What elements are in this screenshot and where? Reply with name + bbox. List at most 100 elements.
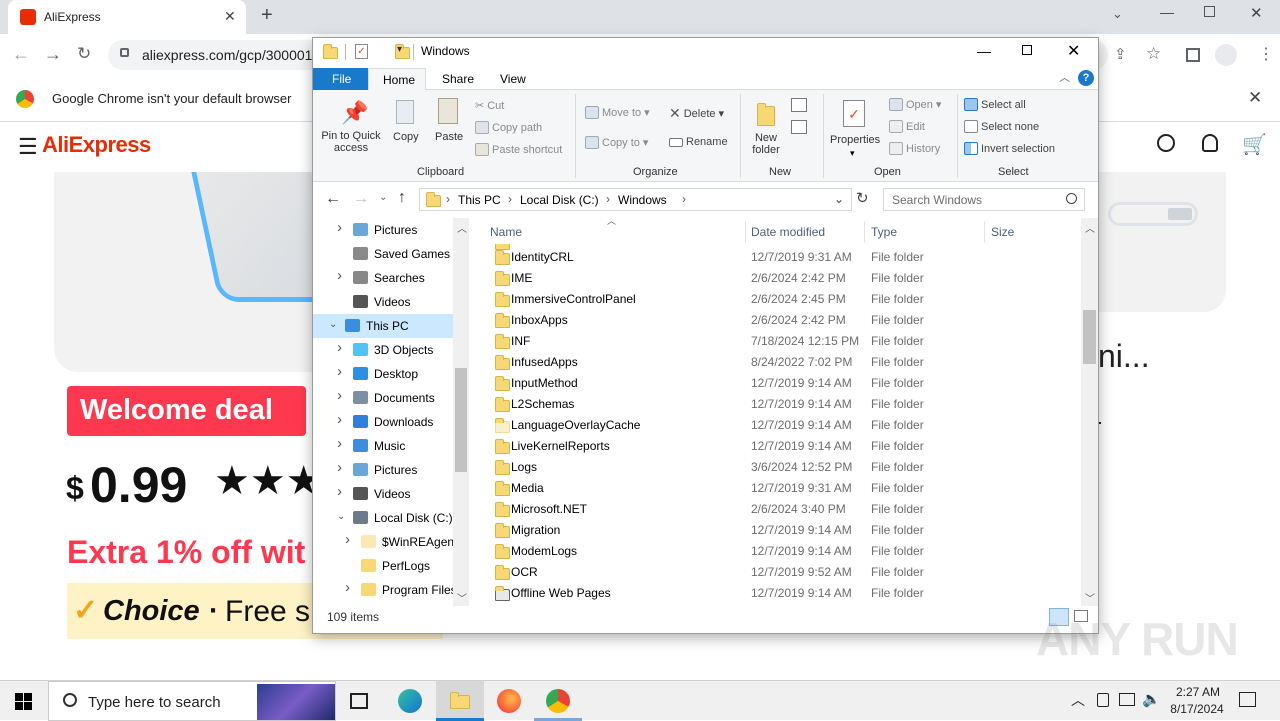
- file-row[interactable]: LiveKernelReports 12/7/2019 9:14 AM File f…: [488, 436, 1083, 457]
- expand-right-icon[interactable]: ›: [337, 219, 342, 236]
- select-all-button[interactable]: Select all: [964, 98, 1026, 111]
- product-image-right[interactable]: [1098, 172, 1226, 312]
- tab-search-icon[interactable]: ⌄: [1112, 6, 1123, 22]
- open-button[interactable]: Open ▾: [889, 98, 941, 111]
- breadcrumb-this-pc[interactable]: This PC: [458, 193, 501, 207]
- column-type[interactable]: Type: [871, 225, 897, 239]
- file-row[interactable]: Microsoft.NET 2/6/2024 3:40 PM File folder: [488, 499, 1083, 520]
- nav-item-pictures[interactable]: › Pictures: [313, 218, 453, 242]
- tab-file[interactable]: File: [313, 68, 368, 90]
- windows-start-icon[interactable]: [15, 693, 32, 710]
- explorer-maximize-icon[interactable]: [1022, 45, 1032, 55]
- file-row[interactable]: Migration 12/7/2019 9:14 AM File folder: [488, 520, 1083, 541]
- notifications-icon[interactable]: [1239, 692, 1256, 707]
- task-view-icon[interactable]: [350, 693, 368, 709]
- forward-icon[interactable]: →: [44, 44, 62, 65]
- product-image-left[interactable]: [54, 172, 314, 372]
- clock-time[interactable]: 2:27 AM: [1173, 685, 1223, 699]
- cut-button[interactable]: ✂ Cut: [475, 99, 504, 113]
- file-row[interactable]: INF 7/18/2024 12:15 PM File folder: [488, 331, 1083, 352]
- rename-button[interactable]: Rename: [669, 136, 728, 148]
- profile-avatar[interactable]: [1215, 44, 1237, 66]
- history-button[interactable]: History: [889, 142, 940, 155]
- address-dropdown-icon[interactable]: ⌄: [834, 192, 844, 206]
- tray-device-icon[interactable]: [1097, 693, 1109, 707]
- edit-button[interactable]: Edit: [889, 120, 925, 133]
- hamburger-menu-icon[interactable]: ☰: [18, 134, 38, 160]
- new-item-icon[interactable]: [791, 98, 807, 112]
- list-scroll-thumb[interactable]: [1083, 310, 1096, 364]
- move-to-button[interactable]: Move to ▾: [585, 106, 650, 119]
- file-row[interactable]: InboxApps 2/6/2024 2:42 PM File folder: [488, 310, 1083, 331]
- explorer-minimize-icon[interactable]: —: [977, 43, 991, 59]
- side-panel-icon[interactable]: [1186, 48, 1200, 62]
- chrome-taskbar-icon[interactable]: [546, 689, 570, 713]
- file-row[interactable]: Offline Web Pages 12/7/2019 9:14 AM File f…: [488, 583, 1083, 604]
- file-list[interactable]: IdentityCRL 12/7/2019 9:31 AM File folder I…: [313, 244, 1083, 606]
- properties-button[interactable]: ✓ Properties ▾: [827, 98, 883, 164]
- infobar-close-icon[interactable]: ✕: [1248, 88, 1262, 108]
- refresh-icon[interactable]: ↻: [856, 189, 869, 207]
- up-folder-icon[interactable]: ↑: [398, 189, 406, 207]
- qat-properties-icon[interactable]: ✓: [355, 44, 368, 59]
- file-row[interactable]: L2Schemas 12/7/2019 9:14 AM File folder: [488, 394, 1083, 415]
- file-list-scrollbar[interactable]: ︿ ﹀: [1081, 218, 1098, 606]
- cart-icon[interactable]: 🛒: [1242, 132, 1267, 157]
- invert-selection-button[interactable]: Invert selection: [964, 142, 1055, 155]
- column-date[interactable]: Date modified: [751, 225, 825, 239]
- delete-button[interactable]: ✕ Delete ▾: [669, 105, 724, 122]
- aliexpress-logo[interactable]: AliExpress: [42, 132, 151, 158]
- file-row[interactable]: Media 12/7/2019 9:31 AM File folder: [488, 478, 1083, 499]
- list-scroll-up-icon[interactable]: ︿: [1085, 220, 1095, 235]
- explorer-address-bar[interactable]: › This PC › Local Disk (C:) › Windows › …: [419, 188, 852, 211]
- nav-scroll-up-icon[interactable]: ︿: [457, 220, 467, 235]
- chrome-menu-icon[interactable]: ⋮: [1258, 44, 1274, 64]
- account-icon[interactable]: [1202, 134, 1218, 152]
- new-folder-button[interactable]: New folder: [746, 98, 786, 160]
- volume-icon[interactable]: 🔈: [1142, 690, 1161, 708]
- file-row[interactable]: ImmersiveControlPanel 2/6/2024 2:45 PM Fil…: [488, 289, 1083, 310]
- explorer-taskbar-button[interactable]: [436, 681, 484, 721]
- copy-path-button[interactable]: Copy path: [475, 121, 542, 134]
- file-row[interactable]: IME 2/6/2024 2:42 PM File folder: [488, 268, 1083, 289]
- pin-quick-access-button[interactable]: 📌 Pin to Quick access: [317, 96, 385, 158]
- easy-access-icon[interactable]: [791, 120, 807, 134]
- browser-tab[interactable]: AliExpress ✕: [8, 0, 246, 34]
- edge-icon[interactable]: [398, 689, 422, 713]
- tab-view[interactable]: View: [500, 72, 526, 86]
- help-icon[interactable]: ?: [1078, 70, 1094, 86]
- clock-date[interactable]: 8/17/2024: [1166, 702, 1228, 716]
- tab-share[interactable]: Share: [442, 72, 474, 86]
- file-row[interactable]: ModemLogs 12/7/2019 9:14 AM File folder: [488, 541, 1083, 562]
- explorer-close-icon[interactable]: ✕: [1067, 41, 1080, 61]
- ae-search-icon[interactable]: [1157, 134, 1175, 152]
- recent-locations-icon[interactable]: ⌄: [379, 192, 387, 203]
- file-row[interactable]: LanguageOverlayCache 12/7/2019 9:14 AM Fil…: [488, 415, 1083, 436]
- breadcrumb-local-disk[interactable]: Local Disk (C:): [520, 193, 599, 207]
- column-size[interactable]: Size: [991, 225, 1014, 239]
- explorer-back-icon[interactable]: ←: [325, 190, 341, 208]
- breadcrumb-windows[interactable]: Windows: [618, 193, 667, 207]
- bookmark-star-icon[interactable]: ☆: [1146, 44, 1161, 64]
- file-row[interactable]: IdentityCRL 12/7/2019 9:31 AM File folder: [488, 247, 1083, 268]
- column-name[interactable]: Name: [490, 225, 522, 239]
- qat-dropdown-icon[interactable]: ▾: [397, 44, 402, 55]
- tab-close-icon[interactable]: ✕: [224, 8, 236, 25]
- chrome-minimize-icon[interactable]: —: [1160, 4, 1174, 20]
- file-row[interactable]: InfusedApps 8/24/2022 7:02 PM File folder: [488, 352, 1083, 373]
- paste-shortcut-button[interactable]: Paste shortcut: [475, 143, 562, 156]
- tab-home[interactable]: Home: [368, 68, 426, 91]
- file-row[interactable]: Logs 3/6/2024 12:52 PM File folder: [488, 457, 1083, 478]
- network-icon[interactable]: [1119, 693, 1135, 706]
- taskbar-search-box[interactable]: Type here to search: [48, 681, 336, 721]
- paste-button[interactable]: Paste: [433, 96, 465, 146]
- new-tab-icon[interactable]: +: [261, 4, 273, 27]
- file-row[interactable]: InputMethod 12/7/2019 9:14 AM File folder: [488, 373, 1083, 394]
- share-icon[interactable]: ⇪: [1114, 45, 1127, 63]
- tray-overflow-icon[interactable]: ︿: [1071, 690, 1085, 710]
- copy-button[interactable]: Copy: [391, 96, 421, 146]
- chrome-close-icon[interactable]: ✕: [1250, 4, 1263, 22]
- explorer-search-box[interactable]: Search Windows: [883, 188, 1085, 211]
- select-none-button[interactable]: Select none: [964, 120, 1039, 133]
- chrome-restore-icon[interactable]: [1204, 6, 1215, 17]
